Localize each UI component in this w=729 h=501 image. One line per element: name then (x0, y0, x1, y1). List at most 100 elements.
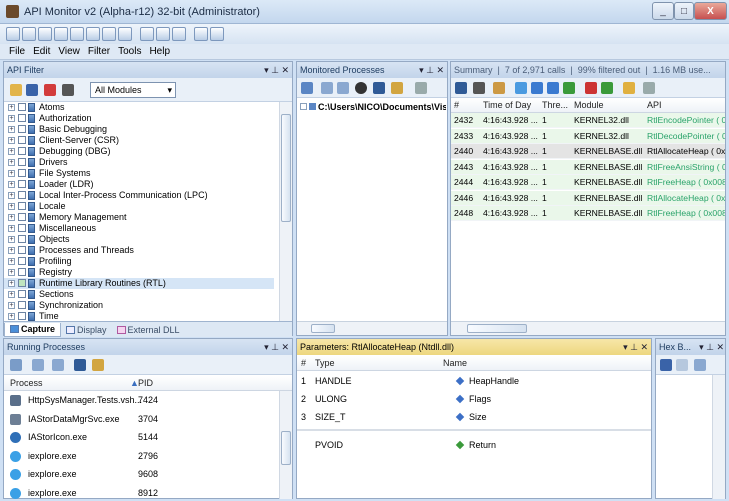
expand-icon[interactable]: + (8, 115, 15, 122)
save-icon[interactable] (38, 27, 52, 41)
api-category-item[interactable]: +Objects (4, 234, 274, 245)
tab-capture[interactable]: Capture (4, 323, 61, 337)
attach-icon[interactable] (301, 82, 313, 94)
return-row[interactable]: PVOID Return (297, 437, 651, 454)
grid-icon[interactable] (86, 27, 100, 41)
expand-icon[interactable] (300, 103, 307, 110)
process-icon[interactable] (373, 82, 385, 94)
process-row[interactable]: HttpSysManager.Tests.vsh...7424 (4, 391, 279, 410)
properties-icon[interactable] (92, 359, 104, 371)
call-row[interactable]: 24434:16:43.928 ...1KERNELBASE.dllRtlFre… (451, 160, 725, 175)
expand-icon[interactable]: + (8, 258, 15, 265)
expand-icon[interactable]: + (8, 313, 15, 320)
category-checkbox[interactable] (18, 213, 26, 221)
expand-icon[interactable]: + (8, 126, 15, 133)
display-icon[interactable] (140, 27, 154, 41)
parameter-row[interactable]: 1HANDLEHeapHandle (297, 373, 651, 390)
tree-scrollbar[interactable] (279, 102, 292, 321)
expand-icon[interactable]: + (8, 181, 15, 188)
process-row[interactable]: IAStorDataMgrSvc.exe3704 (4, 410, 279, 429)
api-category-item[interactable]: +Profiling (4, 256, 274, 267)
category-checkbox[interactable] (18, 301, 26, 309)
tree-scroll-thumb[interactable] (281, 114, 291, 222)
window-icon[interactable] (70, 27, 84, 41)
new-icon[interactable] (6, 27, 20, 41)
category-checkbox[interactable] (18, 290, 26, 298)
hand-icon[interactable] (623, 82, 635, 94)
save-filter-icon[interactable] (26, 84, 38, 96)
hex-scrollbar[interactable] (712, 375, 725, 499)
api-category-item[interactable]: +Local Inter-Process Communication (LPC) (4, 190, 274, 201)
col-param-name[interactable]: Name (443, 356, 467, 371)
api-category-item[interactable]: +Client-Server (CSR) (4, 135, 274, 146)
module-select[interactable]: All Modules ▾ (90, 82, 176, 98)
monitored-controls[interactable]: ▾ ⊥ ✕ (419, 62, 444, 78)
col-module[interactable]: Module (574, 98, 604, 113)
tab-summary[interactable]: Summary (454, 65, 493, 75)
save-icon[interactable] (660, 359, 672, 371)
expand-icon[interactable]: + (8, 104, 15, 111)
api-category-item[interactable]: +Runtime Library Routines (RTL) (4, 278, 274, 289)
stop-icon[interactable] (337, 82, 349, 94)
expand-icon[interactable]: + (8, 137, 15, 144)
category-checkbox[interactable] (18, 202, 26, 210)
process-icon[interactable] (74, 359, 86, 371)
download-icon[interactable] (563, 82, 575, 94)
category-checkbox[interactable] (18, 279, 26, 287)
layout-icon[interactable] (102, 27, 116, 41)
menu-file[interactable]: File (9, 46, 25, 57)
export-icon[interactable] (601, 82, 613, 94)
edit-icon[interactable] (118, 27, 132, 41)
menu-help[interactable]: Help (149, 46, 170, 57)
api-category-item[interactable]: +Memory Management (4, 212, 274, 223)
api-category-item[interactable]: +Authorization (4, 113, 274, 124)
expand-icon[interactable]: + (8, 291, 15, 298)
expand-icon[interactable]: + (8, 148, 15, 155)
category-checkbox[interactable] (18, 114, 26, 122)
menu-filter[interactable]: Filter (88, 46, 110, 57)
api-category-item[interactable]: +Atoms (4, 102, 274, 113)
expand-icon[interactable]: + (8, 225, 15, 232)
tab-display[interactable]: Display (61, 323, 112, 337)
target-icon[interactable] (355, 82, 367, 94)
highlight-icon[interactable] (531, 82, 543, 94)
filter-icon[interactable] (515, 82, 527, 94)
trash-icon[interactable] (643, 82, 655, 94)
list-icon[interactable] (52, 359, 64, 371)
find-icon[interactable] (62, 84, 74, 96)
api-category-item[interactable]: +File Systems (4, 168, 274, 179)
col-thread[interactable]: Thre... (542, 98, 568, 113)
paste-icon[interactable] (210, 27, 224, 41)
monitor-icon[interactable] (54, 27, 68, 41)
summary-hscroll[interactable] (451, 321, 725, 335)
menu-edit[interactable]: Edit (33, 46, 50, 57)
find-icon[interactable] (473, 82, 485, 94)
copy-icon[interactable] (676, 359, 688, 371)
call-row[interactable]: 24404:16:43.928 ...1KERNELBASE.dllRtlAll… (451, 144, 725, 159)
col-param-type[interactable]: Type (315, 356, 335, 371)
call-row[interactable]: 24484:16:43.928 ...1KERNELBASE.dllRtlFre… (451, 206, 725, 221)
parameters-controls[interactable]: ▾ ⊥ ✕ (623, 339, 648, 355)
call-row[interactable]: 24464:16:43.928 ...1KERNELBASE.dllRtlAll… (451, 191, 725, 206)
col-index[interactable]: # (454, 98, 459, 113)
hex-controls[interactable]: ▾ ⊥ ✕ (699, 339, 724, 355)
api-category-item[interactable]: +Locale (4, 201, 274, 212)
expand-icon[interactable]: + (8, 192, 15, 199)
goto-icon[interactable] (455, 82, 467, 94)
menu-tools[interactable]: Tools (118, 46, 141, 57)
call-row[interactable]: 24334:16:43.928 ...1KERNEL32.dllRtlDecod… (451, 129, 725, 144)
running-controls[interactable]: ▾ ⊥ ✕ (264, 339, 289, 355)
category-checkbox[interactable] (18, 268, 26, 276)
col-time[interactable]: Time of Day (483, 98, 531, 113)
col-pid[interactable]: PID (138, 376, 153, 391)
open-icon[interactable] (22, 27, 36, 41)
api-category-item[interactable]: +Synchronization (4, 300, 274, 311)
help-icon[interactable] (172, 27, 186, 41)
category-checkbox[interactable] (18, 169, 26, 177)
process-scroll-thumb[interactable] (281, 431, 291, 465)
api-category-item[interactable]: +Registry (4, 267, 274, 278)
copy-icon[interactable] (194, 27, 208, 41)
expand-icon[interactable]: + (8, 236, 15, 243)
category-checkbox[interactable] (18, 125, 26, 133)
maximize-button[interactable]: □ (674, 2, 694, 20)
